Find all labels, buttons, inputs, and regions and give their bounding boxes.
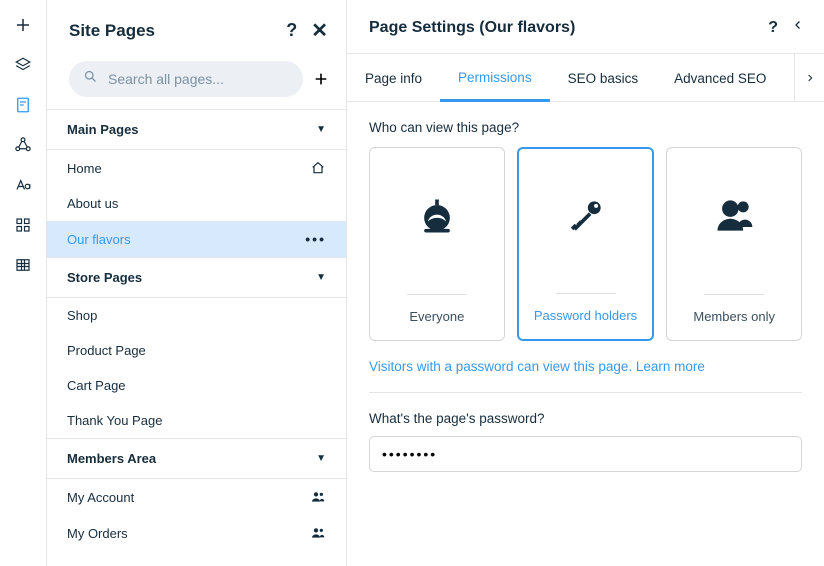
page-label: My Orders: [67, 526, 128, 541]
icon-rail: [0, 0, 47, 566]
section-label: Main Pages: [67, 122, 139, 137]
settings-tabs: Page info Permissions SEO basics Advance…: [347, 54, 824, 102]
search-input-wrapper[interactable]: [69, 61, 303, 97]
panel-title: Site Pages: [69, 21, 155, 41]
members-icon: [310, 525, 326, 541]
close-icon[interactable]: ✕: [311, 18, 328, 43]
password-question: What's the page's password?: [369, 411, 802, 426]
page-item-my-orders[interactable]: My Orders: [47, 515, 346, 551]
more-icon[interactable]: •••: [305, 231, 326, 247]
chevron-down-icon: ▼: [316, 124, 326, 135]
page-label: Thank You Page: [67, 413, 162, 428]
globe-icon: [415, 148, 459, 284]
page-item-our-flavors[interactable]: Our flavors •••: [47, 221, 346, 257]
tabs-scroll-right[interactable]: [794, 54, 824, 101]
tab-advanced-seo[interactable]: Advanced SEO: [656, 55, 784, 100]
option-members-only[interactable]: Members only: [666, 147, 802, 341]
page-item-my-account[interactable]: My Account: [47, 479, 346, 515]
pages-icon[interactable]: [14, 96, 32, 114]
option-label: Everyone: [409, 309, 464, 324]
chevron-down-icon: ▼: [316, 453, 326, 464]
description-text: Visitors with a password can view this p…: [369, 359, 636, 374]
option-label: Members only: [693, 309, 775, 324]
back-icon[interactable]: [792, 18, 804, 37]
permission-question: Who can view this page?: [369, 120, 802, 135]
site-pages-panel: Site Pages ? ✕ Main Pages ▼ Home: [47, 0, 347, 566]
section-label: Members Area: [67, 451, 156, 466]
option-everyone[interactable]: Everyone: [369, 147, 505, 341]
connections-icon[interactable]: [14, 136, 32, 154]
help-icon[interactable]: ?: [286, 20, 297, 41]
page-label: Product Page: [67, 343, 146, 358]
tab-seo-basics[interactable]: SEO basics: [550, 55, 657, 100]
home-icon: [310, 160, 326, 176]
page-label: My Account: [67, 490, 134, 505]
tab-permissions[interactable]: Permissions: [440, 54, 550, 102]
key-icon: [564, 149, 608, 283]
section-store-pages[interactable]: Store Pages ▼: [47, 257, 346, 298]
section-main-pages[interactable]: Main Pages ▼: [47, 109, 346, 150]
page-label: Home: [67, 161, 102, 176]
page-item-thank-you-page[interactable]: Thank You Page: [47, 403, 346, 438]
permission-description: Visitors with a password can view this p…: [369, 359, 802, 374]
chevron-down-icon: ▼: [316, 272, 326, 283]
layers-icon[interactable]: [14, 56, 32, 74]
option-password-holders[interactable]: Password holders: [517, 147, 655, 341]
page-settings-panel: Page Settings (Our flavors) ? Page info …: [347, 0, 824, 566]
section-members-area[interactable]: Members Area ▼: [47, 438, 346, 479]
help-icon[interactable]: ?: [768, 19, 778, 37]
learn-more-link[interactable]: Learn more: [636, 359, 705, 374]
page-item-shop[interactable]: Shop: [47, 298, 346, 333]
members-only-icon: [712, 148, 756, 284]
password-input[interactable]: [369, 436, 802, 472]
table-icon[interactable]: [14, 256, 32, 274]
settings-title: Page Settings (Our flavors): [369, 19, 575, 37]
text-icon[interactable]: [14, 176, 32, 194]
page-label: Our flavors: [67, 232, 131, 247]
page-item-product-page[interactable]: Product Page: [47, 333, 346, 368]
page-label: Cart Page: [67, 378, 126, 393]
page-item-cart-page[interactable]: Cart Page: [47, 368, 346, 403]
tab-page-info[interactable]: Page info: [347, 55, 440, 100]
page-label: Shop: [67, 308, 97, 323]
apps-icon[interactable]: [14, 216, 32, 234]
add-icon[interactable]: [14, 16, 32, 34]
section-label: Store Pages: [67, 270, 142, 285]
search-icon: [83, 69, 98, 89]
add-page-button[interactable]: [313, 70, 329, 88]
page-item-home[interactable]: Home: [47, 150, 346, 186]
page-label: About us: [67, 196, 118, 211]
page-item-about-us[interactable]: About us: [47, 186, 346, 221]
option-label: Password holders: [534, 308, 637, 323]
search-input[interactable]: [108, 71, 289, 87]
members-icon: [310, 489, 326, 505]
